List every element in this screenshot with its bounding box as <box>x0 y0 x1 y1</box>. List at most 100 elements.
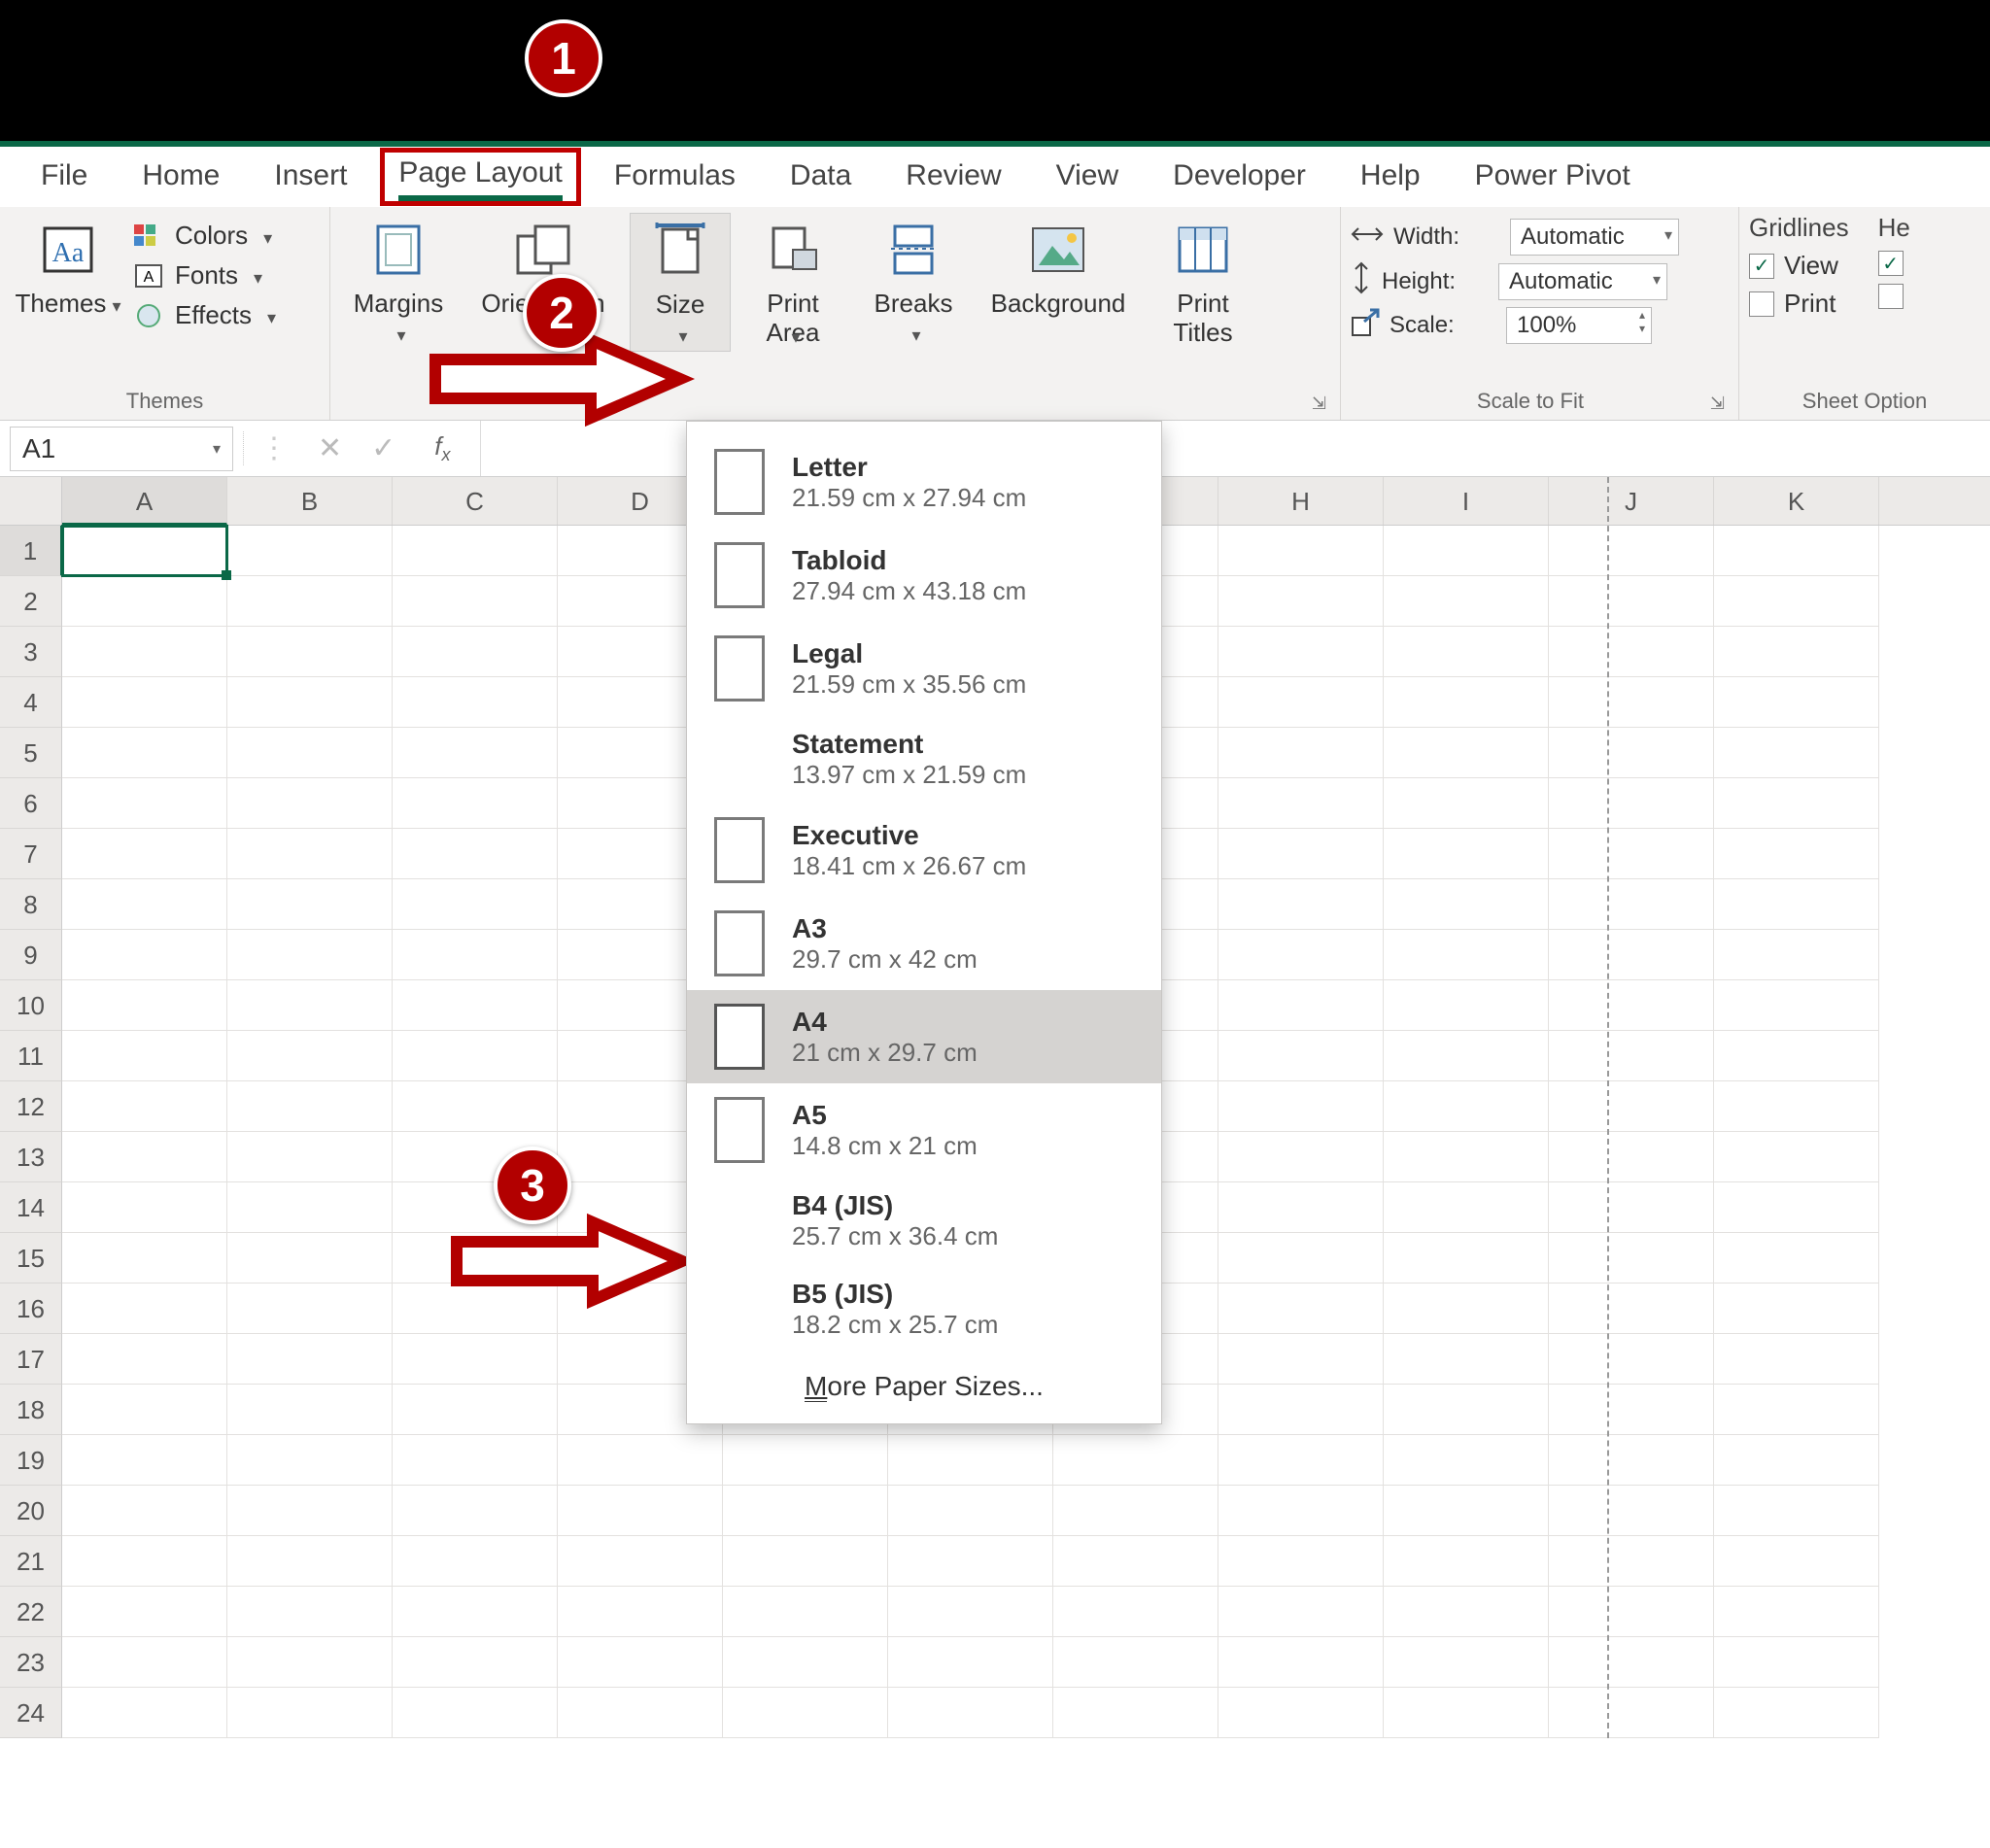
gridlines-print-check[interactable]: Print <box>1749 289 1849 319</box>
cell-B1[interactable] <box>227 526 393 576</box>
cell-B24[interactable] <box>227 1688 393 1738</box>
cell-F21[interactable] <box>888 1536 1053 1587</box>
cell-H23[interactable] <box>1218 1637 1384 1688</box>
cell-I1[interactable] <box>1384 526 1549 576</box>
cell-I20[interactable] <box>1384 1486 1549 1536</box>
headings-view-check[interactable]: ✓ <box>1878 251 1910 276</box>
scale-spinner[interactable]: 100% <box>1506 307 1652 344</box>
cell-J21[interactable] <box>1549 1536 1714 1587</box>
cell-I4[interactable] <box>1384 677 1549 728</box>
cell-J24[interactable] <box>1549 1688 1714 1738</box>
cell-K7[interactable] <box>1714 829 1879 879</box>
margins-button[interactable]: Margins <box>340 213 457 350</box>
cell-C17[interactable] <box>393 1334 558 1385</box>
cell-G22[interactable] <box>1053 1587 1218 1637</box>
cell-B8[interactable] <box>227 879 393 930</box>
tab-help[interactable]: Help <box>1339 154 1442 200</box>
cell-I18[interactable] <box>1384 1385 1549 1435</box>
cancel-icon[interactable]: ✕ <box>318 431 342 465</box>
cell-A6[interactable] <box>62 778 227 829</box>
cell-K1[interactable] <box>1714 526 1879 576</box>
col-header-I[interactable]: I <box>1384 477 1549 525</box>
cell-H15[interactable] <box>1218 1233 1384 1283</box>
cell-D23[interactable] <box>558 1637 723 1688</box>
cell-F23[interactable] <box>888 1637 1053 1688</box>
cell-B6[interactable] <box>227 778 393 829</box>
cell-B9[interactable] <box>227 930 393 980</box>
cell-A21[interactable] <box>62 1536 227 1587</box>
cell-A18[interactable] <box>62 1385 227 1435</box>
cell-G20[interactable] <box>1053 1486 1218 1536</box>
cell-C7[interactable] <box>393 829 558 879</box>
row-header-11[interactable]: 11 <box>0 1031 62 1081</box>
cell-J3[interactable] <box>1549 627 1714 677</box>
cell-I21[interactable] <box>1384 1536 1549 1587</box>
cell-A20[interactable] <box>62 1486 227 1536</box>
cell-I16[interactable] <box>1384 1283 1549 1334</box>
row-header-12[interactable]: 12 <box>0 1081 62 1132</box>
tab-view[interactable]: View <box>1035 154 1140 200</box>
width-select[interactable]: Automatic <box>1510 219 1679 256</box>
cell-K16[interactable] <box>1714 1283 1879 1334</box>
tab-power-pivot[interactable]: Power Pivot <box>1454 154 1652 200</box>
cell-J19[interactable] <box>1549 1435 1714 1486</box>
cell-D24[interactable] <box>558 1688 723 1738</box>
cell-H2[interactable] <box>1218 576 1384 627</box>
cell-C21[interactable] <box>393 1536 558 1587</box>
themes-button[interactable]: Aa Themes <box>10 213 126 321</box>
cell-I9[interactable] <box>1384 930 1549 980</box>
cell-K23[interactable] <box>1714 1637 1879 1688</box>
size-option-a4[interactable]: A421 cm x 29.7 cm <box>687 990 1161 1083</box>
cell-A16[interactable] <box>62 1283 227 1334</box>
cell-B12[interactable] <box>227 1081 393 1132</box>
cell-J6[interactable] <box>1549 778 1714 829</box>
cell-D21[interactable] <box>558 1536 723 1587</box>
cell-H9[interactable] <box>1218 930 1384 980</box>
headings-print-check[interactable] <box>1878 284 1910 309</box>
cell-K2[interactable] <box>1714 576 1879 627</box>
cell-J8[interactable] <box>1549 879 1714 930</box>
cell-C5[interactable] <box>393 728 558 778</box>
cell-I14[interactable] <box>1384 1182 1549 1233</box>
size-option-executive[interactable]: Executive18.41 cm x 26.67 cm <box>687 804 1161 897</box>
cell-K9[interactable] <box>1714 930 1879 980</box>
size-option-a3[interactable]: A329.7 cm x 42 cm <box>687 897 1161 990</box>
cell-G21[interactable] <box>1053 1536 1218 1587</box>
cell-J15[interactable] <box>1549 1233 1714 1283</box>
cell-I3[interactable] <box>1384 627 1549 677</box>
effects-button[interactable]: Effects <box>132 300 276 330</box>
cell-H3[interactable] <box>1218 627 1384 677</box>
cell-I5[interactable] <box>1384 728 1549 778</box>
cell-C6[interactable] <box>393 778 558 829</box>
cell-H6[interactable] <box>1218 778 1384 829</box>
cell-C3[interactable] <box>393 627 558 677</box>
cell-H21[interactable] <box>1218 1536 1384 1587</box>
cell-C1[interactable] <box>393 526 558 576</box>
tab-insert[interactable]: Insert <box>253 154 368 200</box>
row-header-10[interactable]: 10 <box>0 980 62 1031</box>
row-header-23[interactable]: 23 <box>0 1637 62 1688</box>
cell-C9[interactable] <box>393 930 558 980</box>
cell-J14[interactable] <box>1549 1182 1714 1233</box>
cell-C24[interactable] <box>393 1688 558 1738</box>
cell-E24[interactable] <box>723 1688 888 1738</box>
cell-A12[interactable] <box>62 1081 227 1132</box>
scale-launcher[interactable]: ⇲ <box>1710 394 1725 414</box>
cell-B23[interactable] <box>227 1637 393 1688</box>
cell-I8[interactable] <box>1384 879 1549 930</box>
cell-G23[interactable] <box>1053 1637 1218 1688</box>
cell-B5[interactable] <box>227 728 393 778</box>
cell-H18[interactable] <box>1218 1385 1384 1435</box>
cell-H7[interactable] <box>1218 829 1384 879</box>
cell-A14[interactable] <box>62 1182 227 1233</box>
cell-H8[interactable] <box>1218 879 1384 930</box>
cell-A23[interactable] <box>62 1637 227 1688</box>
cell-B3[interactable] <box>227 627 393 677</box>
cell-J11[interactable] <box>1549 1031 1714 1081</box>
cell-I6[interactable] <box>1384 778 1549 829</box>
cell-A5[interactable] <box>62 728 227 778</box>
cell-C23[interactable] <box>393 1637 558 1688</box>
cell-K12[interactable] <box>1714 1081 1879 1132</box>
cell-K22[interactable] <box>1714 1587 1879 1637</box>
select-all-corner[interactable] <box>0 477 62 525</box>
